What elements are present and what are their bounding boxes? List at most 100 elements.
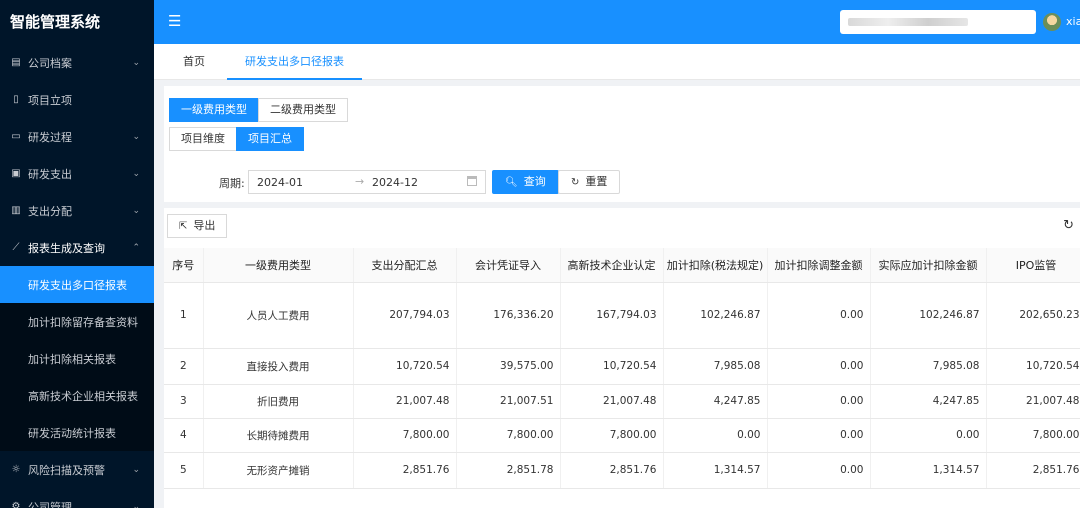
cell-value: 202,650.23 [986,282,1080,349]
calendar-icon [467,176,477,186]
reload-icon: ↻ [571,177,580,188]
sidebar-item-rd-process[interactable]: ▭ 研发过程 ⌄ [0,118,154,155]
column-header[interactable]: IPO监管 [986,248,1080,283]
table-row[interactable]: 2 直接投入费用 10,720.54 39,575.00 10,720.54 7… [164,348,1080,385]
export-button[interactable]: ⇱ 导出 [167,214,228,238]
sidebar-item-label: 公司档案 [28,56,72,70]
cell-index: 3 [164,384,204,419]
period-start[interactable]: 2024-01 [257,176,303,189]
column-header[interactable]: 高新技术企业认定 [560,248,664,283]
column-header[interactable]: 实际应加计扣除金额 [870,248,987,283]
column-header[interactable]: 一级费用类型 [203,248,354,283]
gear-icon: ⚙ [11,501,21,508]
reset-label: 重置 [585,175,608,188]
submenu-item-rd-multi-caliber[interactable]: 研发支出多口径报表 [0,266,154,303]
cell-value: 7,800.00 [986,418,1080,453]
cell-index: 2 [164,348,204,385]
sidebar-item-risk-scan[interactable]: ☼ 风险扫描及预警 ⌄ [0,451,154,488]
cell-fee-type: 长期待摊费用 [203,418,354,453]
cell-value: 21,007.48 [353,384,457,419]
sidebar-item-label: 研发过程 [28,130,72,144]
cell-fee-type: 直接投入费用 [203,348,354,385]
cell-fee-type: 人员人工费用 [203,282,354,349]
level1-fee-type-button[interactable]: 一级费用类型 [169,98,259,122]
sidebar-item-expense-allocation[interactable]: ▥ 支出分配 ⌄ [0,192,154,229]
cell-value: 0.00 [767,384,871,419]
blurred-text [848,18,968,26]
cell-value: 7,800.00 [353,418,457,453]
username[interactable]: xia [1066,15,1080,28]
column-header[interactable]: 会计凭证导入 [456,248,561,283]
cell-value: 4,247.85 [663,384,768,419]
period-end[interactable]: 2024-12 [372,176,418,189]
cell-value: 0.00 [767,282,871,349]
monitor-icon: ▭ [11,131,21,142]
cell-value: 102,246.87 [870,282,987,349]
cell-value: 102,246.87 [663,282,768,349]
submenu-item-deduction-reports[interactable]: 加计扣除相关报表 [0,340,154,377]
cell-value: 2,851.76 [986,452,1080,489]
bar-chart-icon: ▥ [11,205,21,216]
column-header[interactable]: 支出分配汇总 [353,248,457,283]
cell-value: 167,794.03 [560,282,664,349]
sidebar-item-label: 报表生成及查询 [28,241,105,255]
cell-value: 4,247.85 [870,384,987,419]
line-chart-icon: ⟋ [12,242,20,253]
export-icon: ⇱ [179,221,188,232]
table-row[interactable]: 5 无形资产摊销 2,851.76 2,851.78 2,851.76 1,31… [164,452,1080,489]
submenu-item-rd-statistics[interactable]: 研发活动统计报表 [0,414,154,451]
cell-index: 5 [164,452,204,489]
sidebar-item-company-archive[interactable]: ▤ 公司档案 ⌄ [0,44,154,81]
filter-panel: 一级费用类型 二级费用类型 项目维度 项目汇总 周期: 2024-01 → 20… [164,86,1080,202]
tab-rd-multi-caliber[interactable]: 研发支出多口径报表 [227,44,362,80]
cell-index: 1 [164,282,204,349]
tab-home[interactable]: 首页 [183,44,205,80]
project-dimension-button[interactable]: 项目维度 [169,127,237,151]
header-search-box[interactable] [840,10,1036,34]
table-row[interactable]: 1 人员人工费用 207,794.03 176,336.20 167,794.0… [164,282,1080,349]
column-header[interactable]: 加计扣除调整金额 [767,248,871,283]
cell-value: 0.00 [767,452,871,489]
cell-value: 10,720.54 [986,348,1080,385]
cell-fee-type: 无形资产摊销 [203,452,354,489]
table-row[interactable]: 4 长期待摊费用 7,800.00 7,800.00 7,800.00 0.00… [164,418,1080,453]
cell-value: 2,851.78 [456,452,561,489]
submenu-item-deduction-records[interactable]: 加计扣除留存备查资料 [0,303,154,340]
submenu-item-hightech-reports[interactable]: 高新技术企业相关报表 [0,377,154,414]
cell-value: 21,007.48 [986,384,1080,419]
sidebar-item-label: 研发支出 [28,167,72,181]
cell-value: 0.00 [870,418,987,453]
archive-icon: ▤ [11,57,21,68]
sidebar-item-company-management[interactable]: ⚙ 公司管理 ⌄ [0,488,154,508]
page-tabs: 首页 研发支出多口径报表 [154,44,1080,80]
avatar[interactable] [1043,13,1061,31]
period-range-picker[interactable]: 2024-01 → 2024-12 [248,170,486,194]
dimension-toggle: 项目维度 项目汇总 [169,127,304,151]
level2-fee-type-button[interactable]: 二级费用类型 [258,98,348,122]
menu-toggle-icon[interactable]: ☰ [168,13,184,29]
column-header[interactable]: 序号 [164,248,204,283]
chevron-down-icon: ⌄ [132,57,140,68]
column-header[interactable]: 加计扣除(税法规定) [663,248,768,283]
cell-value: 1,314.57 [870,452,987,489]
cell-value: 21,007.51 [456,384,561,419]
cell-value: 0.00 [663,418,768,453]
refresh-icon[interactable]: ↻ [1063,218,1074,233]
sidebar: 智能管理系统 ▤ 公司档案 ⌄ ▯ 项目立项 ▭ 研发过程 ⌄ ▣ 研发支出 ⌄… [0,0,154,508]
chevron-down-icon: ⌄ [132,501,140,508]
project-summary-button[interactable]: 项目汇总 [236,127,304,151]
chevron-down-icon: ⌄ [132,131,140,142]
table-header-row: 序号 一级费用类型 支出分配汇总 会计凭证导入 高新技术企业认定 加计扣除(税法… [164,248,1080,283]
reset-button[interactable]: ↻ 重置 [558,170,621,194]
chevron-down-icon: ⌄ [132,168,140,179]
sidebar-item-rd-expense[interactable]: ▣ 研发支出 ⌄ [0,155,154,192]
cell-value: 2,851.76 [353,452,457,489]
cell-value: 0.00 [767,418,871,453]
sidebar-item-reports[interactable]: ⟋ 报表生成及查询 ⌃ [0,229,154,266]
chevron-down-icon: ⌄ [132,205,140,216]
sidebar-item-project-setup[interactable]: ▯ 项目立项 [0,81,154,118]
query-button[interactable]: 🔍︎ 查询 [492,170,559,194]
cell-value: 7,985.08 [870,348,987,385]
cell-value: 7,985.08 [663,348,768,385]
table-row[interactable]: 3 折旧费用 21,007.48 21,007.51 21,007.48 4,2… [164,384,1080,419]
